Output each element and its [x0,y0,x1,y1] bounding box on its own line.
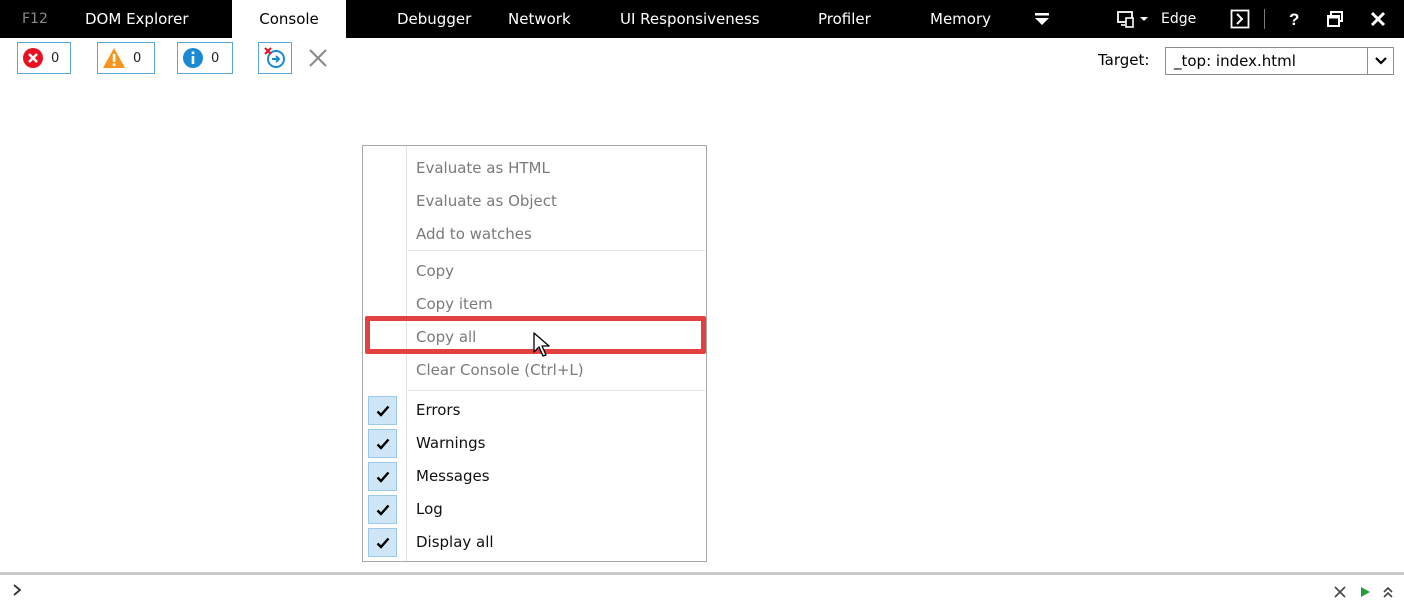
tab-label: Memory [930,10,992,28]
menu-item-messages[interactable]: Messages [363,460,706,493]
menu-item-display-all[interactable]: Display all [363,526,706,559]
menu-item-label: Copy item [416,295,493,313]
undock-icon[interactable] [1326,0,1344,38]
checkmark-icon [368,429,397,458]
warnings-count: 0 [133,50,142,66]
mouse-pointer-icon [533,332,553,362]
checkmark-icon [368,528,397,557]
target-value: _top: index.html [1174,52,1296,70]
menu-item-label: Evaluate as HTML [416,159,550,177]
menu-item-copy[interactable]: Copy [363,255,706,288]
help-icon[interactable]: ? [1288,0,1302,38]
menu-separator [408,250,705,251]
menu-item-label: Log [416,500,443,518]
tab-ui-responsiveness[interactable]: UI Responsiveness [620,0,780,38]
tab-bar: F12 DOM Explorer Console Debugger Networ… [0,0,1404,38]
menu-item-warnings[interactable]: Warnings [363,427,706,460]
target-select[interactable]: _top: index.html [1165,47,1394,75]
menu-item-label: Copy [416,262,455,280]
emulation-mode-label[interactable]: Edge [1161,11,1196,27]
warnings-filter-button[interactable]: 0 [97,42,155,74]
error-icon [23,48,43,68]
menu-item-label: Clear Console (Ctrl+L) [416,361,584,379]
menu-item-evaluate-as-object[interactable]: Evaluate as Object [363,185,706,218]
menu-item-add-to-watches[interactable]: Add to watches [363,218,706,251]
dropdown-arrow-icon[interactable] [1367,48,1393,74]
tab-debugger[interactable]: Debugger [397,0,487,38]
toolbar-divider [1264,9,1265,29]
tab-label: UI Responsiveness [620,10,760,28]
tab-label: Profiler [818,10,871,28]
expand-icon[interactable] [1381,584,1395,603]
tab-profiler[interactable]: Profiler [818,0,888,38]
menu-item-label: Warnings [416,434,486,452]
warning-icon [103,48,125,68]
menu-item-label: Add to watches [416,225,532,243]
break-on-navigate-icon [264,47,285,68]
menu-item-label: Evaluate as Object [416,192,557,210]
errors-count: 0 [51,50,60,66]
errors-filter-button[interactable]: 0 [17,42,71,74]
clear-on-navigate-button[interactable] [258,42,292,74]
svg-text:?: ? [1289,10,1299,29]
menu-item-label: Messages [416,467,490,485]
input-divider [0,572,1404,575]
tab-console[interactable]: Console [232,0,346,38]
info-filter-button[interactable]: 0 [177,42,233,74]
menu-item-log[interactable]: Log [363,493,706,526]
target-label: Target: [1098,51,1150,69]
tab-dom-explorer[interactable]: DOM Explorer [85,0,205,38]
menu-item-errors[interactable]: Errors [363,394,706,427]
tab-label: Debugger [397,10,472,28]
checkmark-icon [368,396,397,425]
menu-item-label: Display all [416,533,494,551]
f12-devtools-window: F12 DOM Explorer Console Debugger Networ… [0,0,1404,604]
more-tabs-icon[interactable] [1034,0,1050,38]
console-toggle-icon[interactable] [1230,0,1250,38]
checkmark-icon [368,462,397,491]
tab-label: Network [508,10,571,28]
menu-separator [408,390,705,391]
tab-memory[interactable]: Memory [930,0,1010,38]
checkmark-icon [368,495,397,524]
prompt-icon [12,582,22,601]
info-count: 0 [211,50,220,66]
run-icon[interactable] [1358,584,1372,603]
tab-network[interactable]: Network [508,0,588,38]
menu-item-label: Errors [416,401,461,419]
f12-label: F12 [22,11,48,27]
clear-icon[interactable] [305,44,331,72]
tab-label: Console [259,10,319,28]
info-icon [183,48,203,68]
emulation-icon[interactable] [1116,0,1156,38]
menu-item-evaluate-as-html[interactable]: Evaluate as HTML [363,152,706,185]
close-icon[interactable] [1370,0,1386,38]
clear-input-icon[interactable] [1333,584,1347,603]
tab-label: DOM Explorer [85,10,189,28]
